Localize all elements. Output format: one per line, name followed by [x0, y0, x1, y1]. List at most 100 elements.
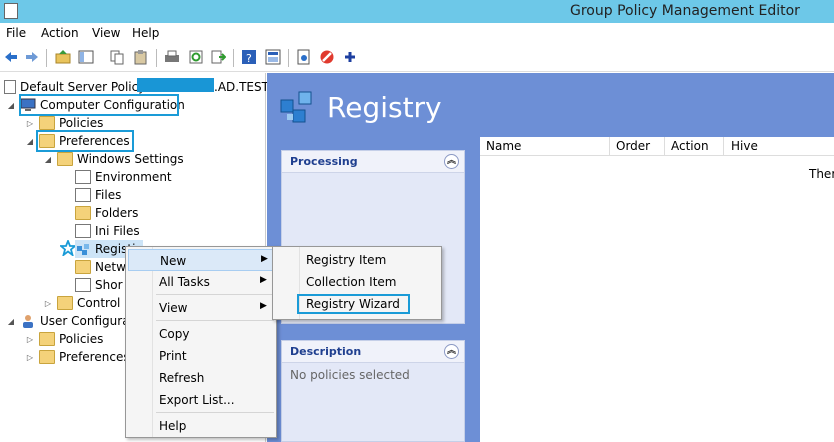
submenu-item-registry-item[interactable]: Registry Item	[275, 249, 439, 271]
expand-arrow-icon[interactable]: ▷	[25, 353, 35, 362]
registry-header-icon	[280, 91, 312, 123]
column-hive[interactable]: Hive	[731, 139, 758, 153]
description-panel-header: Description ︽	[282, 341, 464, 363]
tree-folders-label: Folders	[95, 206, 139, 220]
tree-control-panel[interactable]: ▷ Control	[43, 294, 120, 312]
folder-icon	[39, 332, 55, 346]
tree-user-configuration[interactable]: ◢ User Configurati	[6, 312, 138, 330]
add-icon[interactable]	[342, 49, 358, 65]
column-action[interactable]: Action	[671, 139, 709, 153]
tree-policies-label: Policies	[59, 116, 104, 130]
stop-icon[interactable]	[319, 49, 335, 65]
menu-item-help[interactable]: Help	[128, 415, 274, 437]
ini-files-icon	[75, 224, 91, 238]
tree-files-label: Files	[95, 188, 122, 202]
description-title: Description	[290, 345, 362, 358]
expand-arrow-icon[interactable]: ▷	[43, 299, 53, 308]
gpo-document-icon[interactable]	[296, 49, 312, 65]
tree-folders[interactable]: Folders	[75, 204, 138, 222]
forward-arrow-icon[interactable]	[24, 49, 40, 65]
tree-user-policies[interactable]: ▷ Policies	[25, 330, 103, 348]
highlight-computer-configuration	[19, 94, 179, 116]
show-hide-tree-icon[interactable]	[78, 49, 94, 65]
gpo-icon	[4, 80, 16, 94]
folders-icon	[75, 206, 91, 220]
expand-arrow-icon[interactable]: ▷	[25, 119, 35, 128]
menu-view[interactable]: View	[92, 26, 120, 40]
tree-shortcuts-label: Shor	[95, 278, 123, 292]
menu-file[interactable]: File	[6, 26, 26, 40]
menu-item-copy[interactable]: Copy	[128, 323, 274, 345]
folder-icon	[39, 350, 55, 364]
environment-icon	[75, 170, 91, 184]
tree-root-label: Default Server Policy	[20, 80, 146, 94]
menu-help[interactable]: Help	[132, 26, 159, 40]
export-list-icon[interactable]	[210, 49, 226, 65]
toolbar: ?	[0, 44, 834, 72]
menu-item-export-list[interactable]: Export List...	[128, 389, 274, 411]
tree-network[interactable]: Netw	[75, 258, 126, 276]
title-bar: Group Policy Management Editor	[0, 0, 834, 23]
menu-bar: File Action View Help	[0, 23, 834, 44]
tree-user-preferences-label: Preferences	[59, 350, 130, 364]
submenu-arrow-icon: ▶	[260, 275, 267, 285]
processing-panel-header: Processing ︽	[282, 151, 464, 173]
up-folder-icon[interactable]	[55, 49, 71, 65]
properties-icon[interactable]	[265, 49, 281, 65]
help-icon[interactable]: ?	[241, 49, 257, 65]
registry-icon	[77, 244, 89, 255]
submenu-item-collection-item[interactable]: Collection Item	[275, 271, 439, 293]
refresh-icon[interactable]	[188, 49, 204, 65]
back-arrow-icon[interactable]	[3, 49, 19, 65]
tree-control-panel-label: Control	[77, 296, 121, 310]
menu-item-new[interactable]: New ▶	[128, 249, 274, 271]
column-order[interactable]: Order	[616, 139, 650, 153]
tree-user-policies-label: Policies	[59, 332, 104, 346]
folder-icon	[39, 116, 55, 130]
registry-heading: Registry	[327, 91, 442, 124]
tree-windows-settings[interactable]: ◢ Windows Settings	[43, 150, 184, 168]
app-icon	[4, 3, 18, 19]
user-icon	[23, 315, 33, 328]
context-menu: New ▶ All Tasks ▶ View ▶ Copy Print Refr…	[125, 246, 277, 438]
collapse-arrow-icon[interactable]: ◢	[43, 155, 53, 164]
collapse-chevron-icon[interactable]: ︽	[444, 154, 459, 169]
collapse-arrow-icon[interactable]: ◢	[6, 317, 16, 326]
processing-title: Processing	[290, 155, 358, 168]
folder-icon	[57, 152, 73, 166]
tree-user-preferences[interactable]: ▷ Preferences	[25, 348, 130, 366]
menu-item-view[interactable]: View ▶	[128, 297, 274, 319]
submenu-arrow-icon: ▶	[260, 301, 267, 311]
column-name[interactable]: Name	[486, 139, 521, 153]
shortcut-icon	[75, 278, 91, 292]
list-empty-message: Ther	[809, 167, 834, 181]
tree-environment[interactable]: Environment	[75, 168, 172, 186]
star-icon	[60, 240, 76, 256]
menu-item-print[interactable]: Print	[128, 345, 274, 367]
control-panel-icon	[57, 296, 73, 310]
tree-network-label: Netw	[95, 260, 126, 274]
network-icon	[75, 260, 91, 274]
collapse-arrow-icon[interactable]: ◢	[25, 137, 35, 146]
tree-shortcuts[interactable]: Shor	[75, 276, 123, 294]
paste-icon[interactable]	[133, 49, 149, 65]
print-icon[interactable]	[164, 49, 180, 65]
tree-windows-settings-label: Windows Settings	[77, 152, 184, 166]
menu-action[interactable]: Action	[41, 26, 79, 40]
expand-arrow-icon[interactable]: ▷	[25, 335, 35, 344]
tree-files[interactable]: Files	[75, 186, 121, 204]
menu-item-all-tasks[interactable]: All Tasks ▶	[128, 271, 274, 293]
svg-text:?: ?	[246, 52, 252, 65]
menu-item-refresh[interactable]: Refresh	[128, 367, 274, 389]
highlight-preferences	[36, 130, 134, 152]
redaction-bar	[137, 78, 214, 92]
highlight-registry-wizard	[297, 294, 410, 314]
copy-icon[interactable]	[109, 49, 125, 65]
collapse-arrow-icon[interactable]: ◢	[6, 101, 16, 110]
tree-ini-files[interactable]: Ini Files	[75, 222, 140, 240]
files-icon	[75, 188, 91, 202]
registry-list-view[interactable]: Name Order Action Hive Ther	[480, 137, 834, 442]
submenu-arrow-icon: ▶	[261, 254, 268, 264]
tree-environment-label: Environment	[95, 170, 172, 184]
collapse-chevron-icon[interactable]: ︽	[444, 344, 459, 359]
